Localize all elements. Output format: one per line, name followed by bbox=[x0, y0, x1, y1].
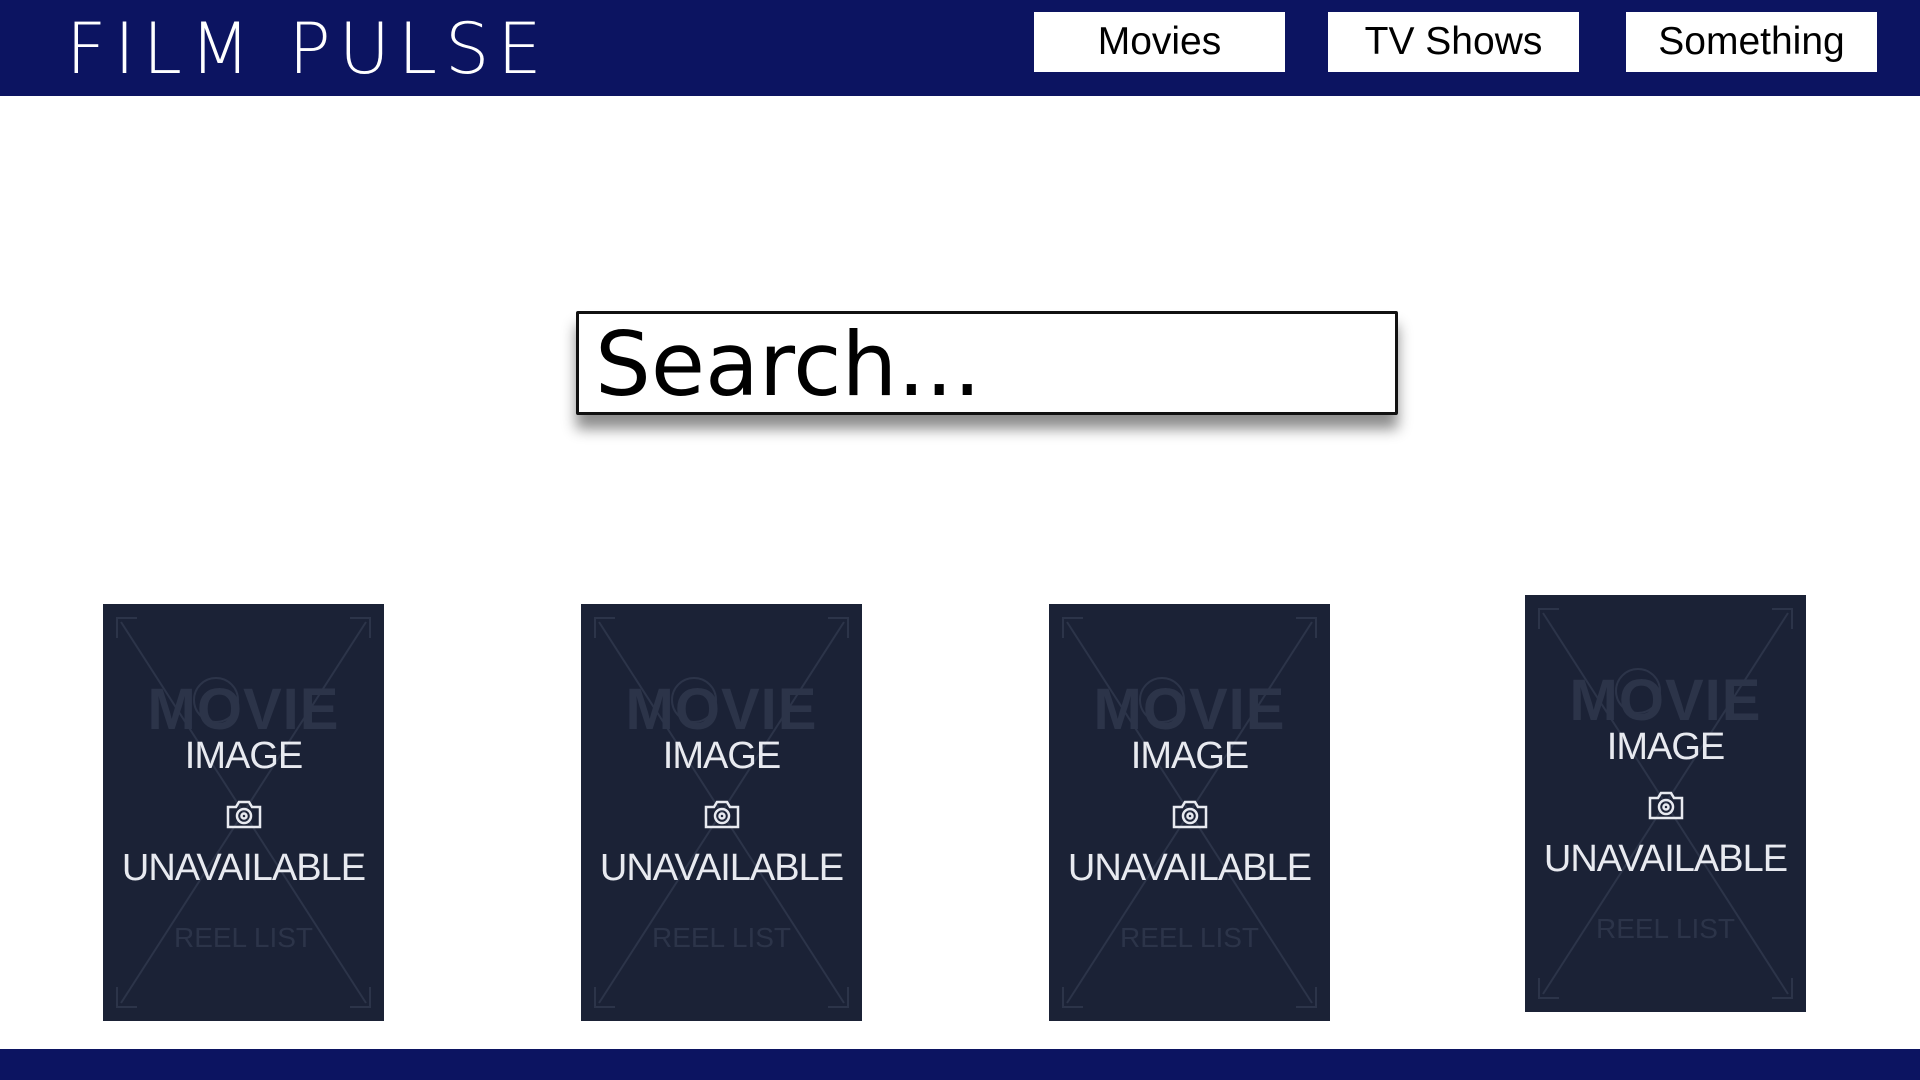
camera-icon bbox=[226, 800, 262, 829]
poster-unavailable-label: UNAVAILABLE bbox=[1067, 847, 1312, 889]
poster-watermark-subtitle: REEL LIST bbox=[1119, 922, 1259, 953]
poster-card[interactable]: MOVIE REEL LIST IMAGE UNAVAILABLE bbox=[1525, 595, 1806, 1012]
poster-unavailable-label: UNAVAILABLE bbox=[599, 847, 844, 889]
poster-card[interactable]: MOVIE REEL LIST IMAGE UNAVAILABLE bbox=[581, 604, 862, 1021]
poster-card[interactable]: MOVIE REEL LIST IMAGE UNAVAILABLE bbox=[1049, 604, 1330, 1021]
search-input[interactable] bbox=[595, 320, 1385, 408]
camera-icon bbox=[704, 800, 740, 829]
camera-icon bbox=[1172, 800, 1208, 829]
poster-watermark-title: MOVIE bbox=[1569, 668, 1762, 733]
camera-icon bbox=[1648, 791, 1684, 820]
poster-watermark-title: MOVIE bbox=[147, 677, 340, 742]
poster-image-label: IMAGE bbox=[1606, 726, 1725, 768]
poster-card[interactable]: MOVIE REEL LIST IMAGE UNAVAILABLE bbox=[103, 604, 384, 1021]
poster-unavailable-label: UNAVAILABLE bbox=[1543, 838, 1788, 880]
poster-image-label: IMAGE bbox=[1130, 735, 1249, 777]
poster-watermark-title: MOVIE bbox=[1093, 677, 1286, 742]
search-box bbox=[576, 311, 1398, 415]
poster-image-label: IMAGE bbox=[184, 735, 303, 777]
nav-movies-button[interactable]: Movies bbox=[1034, 12, 1285, 72]
poster-watermark-title: MOVIE bbox=[625, 677, 818, 742]
poster-watermark-subtitle: REEL LIST bbox=[1595, 913, 1735, 944]
site-logo[interactable]: FILM PULSE bbox=[66, 8, 550, 90]
poster-unavailable-label: UNAVAILABLE bbox=[121, 847, 366, 889]
poster-watermark-subtitle: REEL LIST bbox=[651, 922, 791, 953]
footer-bar bbox=[0, 1049, 1920, 1080]
nav-tv-shows-button[interactable]: TV Shows bbox=[1328, 12, 1579, 72]
header-bar: FILM PULSE Movies TV Shows Something bbox=[0, 0, 1920, 96]
poster-image-label: IMAGE bbox=[662, 735, 781, 777]
nav-something-button[interactable]: Something bbox=[1626, 12, 1877, 72]
poster-watermark-subtitle: REEL LIST bbox=[173, 922, 313, 953]
